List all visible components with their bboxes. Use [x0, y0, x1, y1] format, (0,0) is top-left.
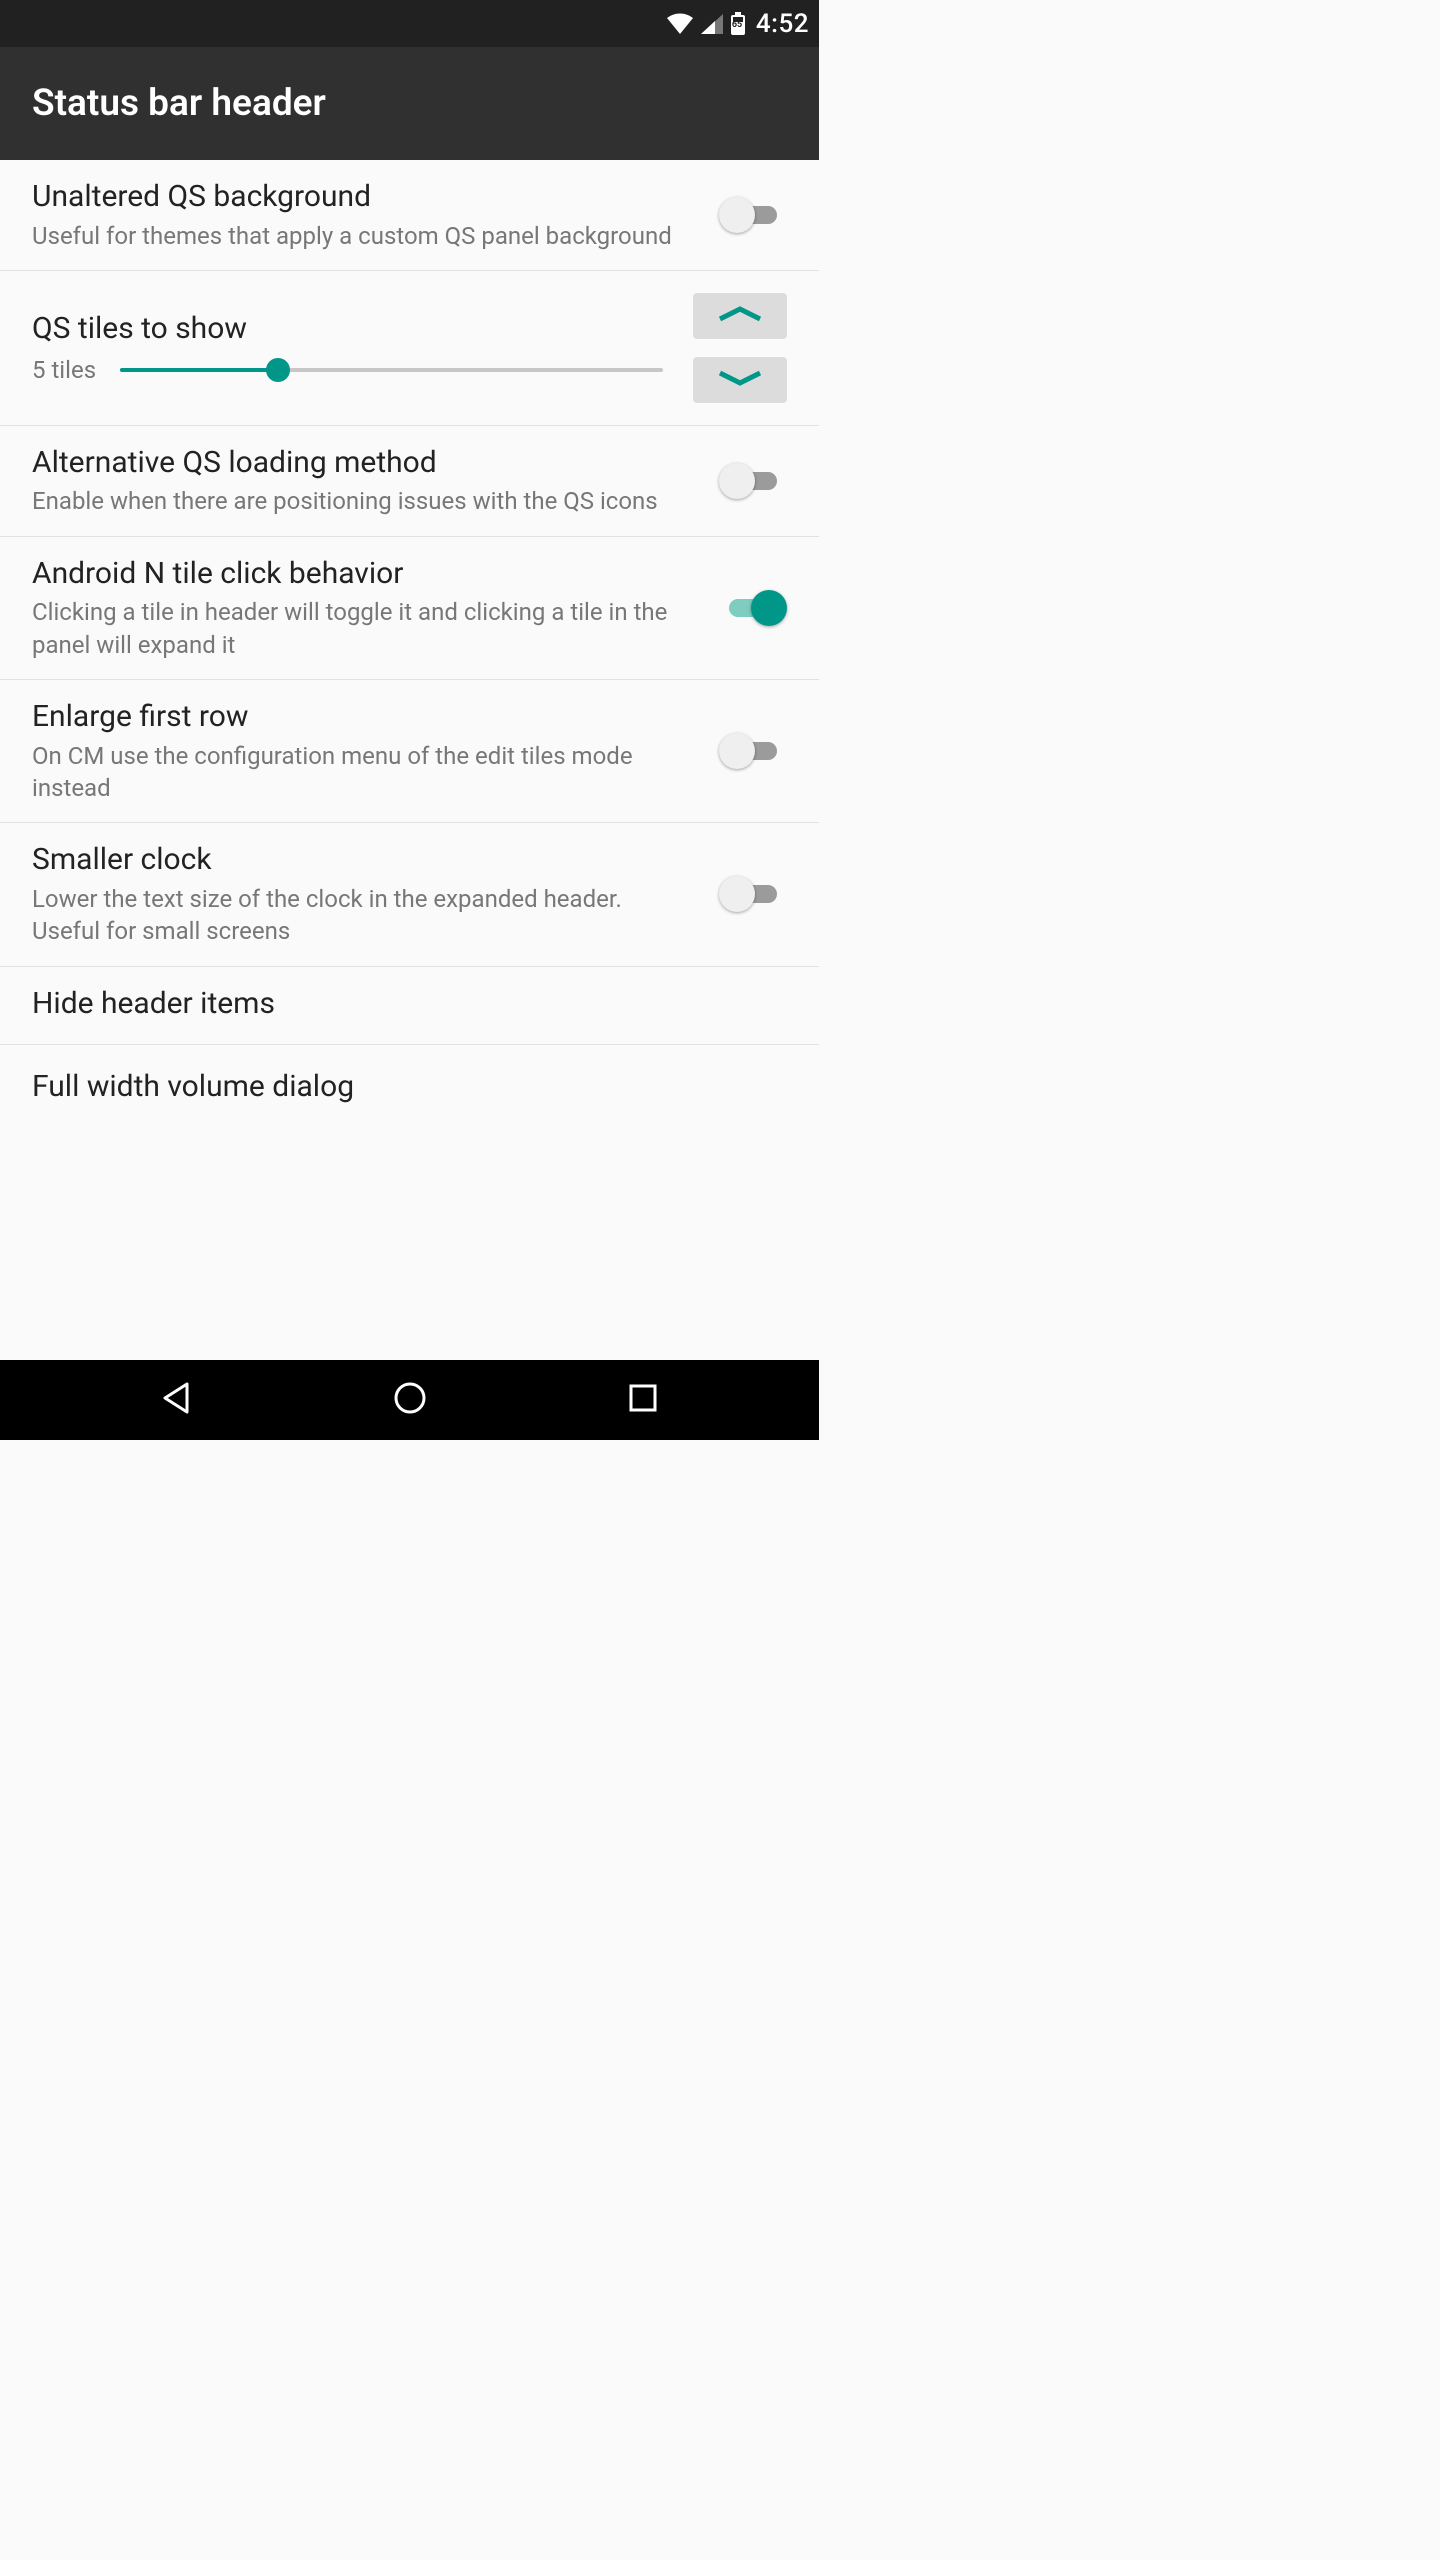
- battery-level-text: 65: [732, 20, 742, 30]
- setting-unaltered-qs-bg[interactable]: Unaltered QS background Useful for theme…: [0, 160, 819, 271]
- setting-title: Alternative QS loading method: [32, 444, 695, 482]
- setting-android-n-click[interactable]: Android N tile click behavior Clicking a…: [0, 537, 819, 680]
- setting-subtitle: On CM use the configuration menu of the …: [32, 740, 672, 805]
- nav-recent-button[interactable]: [613, 1380, 673, 1420]
- setting-subtitle: Enable when there are positioning issues…: [32, 485, 672, 517]
- home-icon: [392, 1380, 428, 1420]
- setting-title: Hide header items: [32, 985, 763, 1023]
- setting-title: Enlarge first row: [32, 698, 695, 736]
- cell-signal-icon: [700, 13, 724, 35]
- toggle-android-n-click[interactable]: [719, 588, 787, 628]
- slider-caption: 5 tiles: [32, 356, 96, 384]
- back-icon: [157, 1380, 197, 1420]
- setting-hide-header-items[interactable]: Hide header items: [0, 967, 819, 1046]
- toggle-enlarge-first-row[interactable]: [719, 731, 787, 771]
- navigation-bar: [0, 1360, 819, 1440]
- toggle-alt-qs-loading[interactable]: [719, 461, 787, 501]
- setting-title: Android N tile click behavior: [32, 555, 695, 593]
- setting-enlarge-first-row[interactable]: Enlarge first row On CM use the configur…: [0, 680, 819, 823]
- recent-apps-icon: [627, 1382, 659, 1418]
- nav-back-button[interactable]: [147, 1380, 207, 1420]
- battery-icon: 65: [730, 12, 746, 36]
- toggle-smaller-clock[interactable]: [719, 874, 787, 914]
- status-bar-clock: 4:52: [756, 9, 809, 39]
- wifi-icon: [666, 13, 694, 35]
- setting-qs-tiles-to-show: QS tiles to show 5 tiles: [0, 271, 819, 426]
- toggle-unaltered-qs-bg[interactable]: [719, 195, 787, 235]
- setting-title: Unaltered QS background: [32, 178, 695, 216]
- setting-alt-qs-loading[interactable]: Alternative QS loading method Enable whe…: [0, 426, 819, 537]
- setting-subtitle: Clicking a tile in header will toggle it…: [32, 596, 672, 661]
- setting-subtitle: Useful for themes that apply a custom QS…: [32, 220, 672, 252]
- qs-tiles-slider[interactable]: [120, 354, 663, 386]
- setting-title: Full width volume dialog: [32, 1068, 763, 1106]
- setting-subtitle: Lower the text size of the clock in the …: [32, 883, 672, 948]
- setting-smaller-clock[interactable]: Smaller clock Lower the text size of the…: [0, 823, 819, 966]
- page-title: Status bar header: [32, 82, 326, 125]
- stepper-up-button[interactable]: [693, 293, 787, 339]
- chevron-down-icon: [716, 369, 764, 391]
- chevron-up-icon: [716, 305, 764, 327]
- nav-home-button[interactable]: [380, 1380, 440, 1420]
- settings-list: Unaltered QS background Useful for theme…: [0, 160, 819, 1360]
- stepper-down-button[interactable]: [693, 357, 787, 403]
- action-bar: Status bar header: [0, 47, 819, 160]
- setting-full-width-volume[interactable]: Full width volume dialog: [0, 1045, 819, 1115]
- setting-title: QS tiles to show: [32, 310, 663, 348]
- setting-title: Smaller clock: [32, 841, 695, 879]
- system-status-bar: 65 4:52: [0, 0, 819, 47]
